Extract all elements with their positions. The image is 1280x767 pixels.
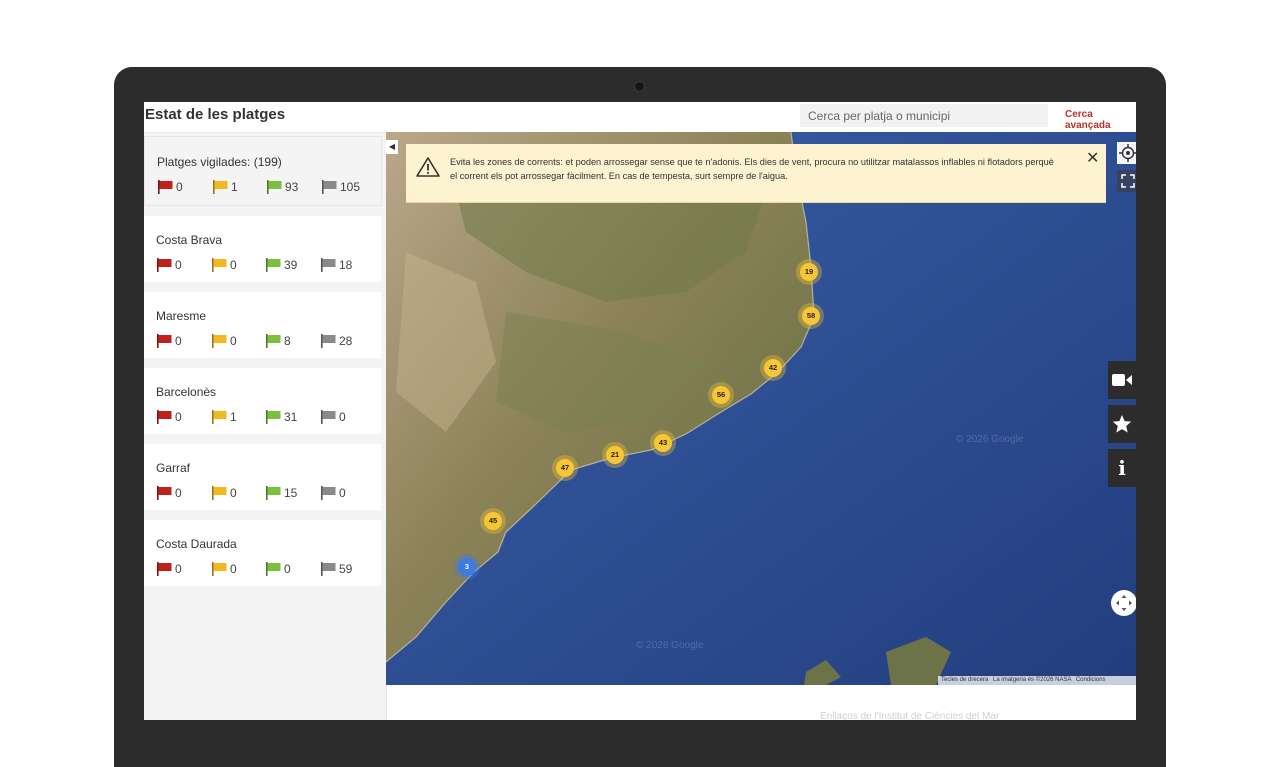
green-flag-icon xyxy=(266,562,281,576)
gray-flag-icon xyxy=(322,180,337,194)
flag-counts: 0 0 39 18 xyxy=(156,258,376,272)
green-flag-icon xyxy=(266,334,281,348)
beach-cluster-marker[interactable]: 45 xyxy=(484,512,502,530)
region-card[interactable]: Barcelonès 0 1 31 0 xyxy=(144,368,381,434)
green-flag-icon xyxy=(266,410,281,424)
footer-text: Enllaços de l'Institut de Ciències del M… xyxy=(820,711,1000,720)
app-screen: Estat de les platges Cerca avançada Plat… xyxy=(144,102,1136,720)
map-watermark: © 2026 Google xyxy=(636,640,704,651)
crosshair-icon xyxy=(1119,144,1136,162)
beach-cluster-marker[interactable]: 58 xyxy=(802,307,820,325)
green-flag-icon xyxy=(267,180,282,194)
red-flag-icon xyxy=(157,410,172,424)
beach-cluster-marker[interactable]: 21 xyxy=(606,446,624,464)
alert-message: Evita les zones de corrents: et poden ar… xyxy=(450,157,1054,181)
safety-alert: Evita les zones de corrents: et poden ar… xyxy=(406,144,1106,203)
yellow-flag-icon xyxy=(212,258,227,272)
green-flag-icon xyxy=(266,486,281,500)
flag-counts: 0 1 93 105 xyxy=(157,180,377,194)
fullscreen-icon xyxy=(1121,174,1135,188)
beach-cluster-marker[interactable]: 3 xyxy=(458,558,476,576)
flag-counts: 0 0 8 28 xyxy=(156,334,376,348)
gray-flag-icon xyxy=(321,334,336,348)
region-name: Costa Daurada xyxy=(156,537,237,551)
flag-counts: 0 1 31 0 xyxy=(156,410,376,424)
info-icon: i xyxy=(1118,456,1126,480)
gray-flag-icon xyxy=(321,486,336,500)
imagery-credit: La imatgeria és ©2026 NASA xyxy=(993,677,1072,683)
chevron-left-icon: ◀ xyxy=(388,142,396,151)
gray-flag-icon xyxy=(321,562,336,576)
keyboard-shortcuts-link[interactable]: Tecles de drecera xyxy=(941,677,988,683)
yellow-flag-icon xyxy=(213,180,228,194)
flag-counts: 0 0 0 59 xyxy=(156,562,376,576)
star-icon xyxy=(1112,415,1132,433)
satellite-map[interactable]: ◀ © 2026 Google © 2026 Google Evita les … xyxy=(386,132,1136,685)
yellow-flag-icon xyxy=(212,334,227,348)
advanced-search-link[interactable]: Cerca avançada xyxy=(1065,109,1136,131)
page-title: Estat de les platges xyxy=(145,106,286,123)
close-alert-button[interactable]: ✕ xyxy=(1086,151,1099,167)
red-flag-icon xyxy=(157,334,172,348)
region-card[interactable]: Costa Daurada 0 0 0 59 xyxy=(144,520,381,586)
terms-link[interactable]: Condicions xyxy=(1076,677,1106,683)
webcam-dot xyxy=(635,82,644,91)
region-card[interactable]: Costa Brava 0 0 39 18 xyxy=(144,216,381,282)
region-name: Garraf xyxy=(156,461,191,475)
green-flag-icon xyxy=(266,258,281,272)
yellow-flag-icon xyxy=(212,562,227,576)
red-flag-icon xyxy=(157,562,172,576)
pan-control-button[interactable] xyxy=(1111,590,1136,616)
locate-button[interactable] xyxy=(1117,142,1136,164)
webcams-button[interactable] xyxy=(1108,361,1136,399)
app-header: Estat de les platges Cerca avançada xyxy=(144,102,1136,133)
warning-triangle-icon xyxy=(416,157,440,177)
pan-arrows-icon xyxy=(1116,595,1132,611)
map-imagery xyxy=(386,132,1136,685)
red-flag-icon xyxy=(157,486,172,500)
video-camera-icon xyxy=(1112,374,1132,386)
fullscreen-button[interactable] xyxy=(1117,170,1136,192)
map-watermark: © 2026 Google xyxy=(956,434,1024,445)
collapse-sidebar-button[interactable]: ◀ xyxy=(386,140,398,154)
region-name: Costa Brava xyxy=(156,233,223,247)
map-attribution: Tecles de drecera La imatgeria és ©2026 … xyxy=(938,676,1136,685)
beach-cluster-marker[interactable]: 47 xyxy=(556,459,574,477)
yellow-flag-icon xyxy=(212,410,227,424)
gray-flag-icon xyxy=(321,410,336,424)
gray-flag-icon xyxy=(321,258,336,272)
favorites-button[interactable] xyxy=(1108,405,1136,443)
beach-cluster-marker[interactable]: 43 xyxy=(654,434,672,452)
beach-cluster-marker[interactable]: 42 xyxy=(764,359,782,377)
beach-cluster-marker[interactable]: 56 xyxy=(712,386,730,404)
sidebar: Platges vigilades: (199) 0 1 93 105 Cost… xyxy=(144,133,387,720)
red-flag-icon xyxy=(157,258,172,272)
info-button[interactable]: i xyxy=(1108,449,1136,487)
summary-label: Platges vigilades: (199) xyxy=(157,155,282,169)
beach-cluster-marker[interactable]: 19 xyxy=(800,263,818,281)
region-card[interactable]: Garraf 0 0 15 0 xyxy=(144,444,381,510)
yellow-flag-icon xyxy=(212,486,227,500)
region-card[interactable]: Maresme 0 0 8 28 xyxy=(144,292,381,358)
red-flag-icon xyxy=(158,180,173,194)
region-name: Barcelonès xyxy=(156,385,217,399)
flag-counts: 0 0 15 0 xyxy=(156,486,376,500)
search-input[interactable] xyxy=(800,104,1048,127)
region-name: Maresme xyxy=(156,309,207,323)
summary-card: Platges vigilades: (199) 0 1 93 105 xyxy=(144,136,382,206)
